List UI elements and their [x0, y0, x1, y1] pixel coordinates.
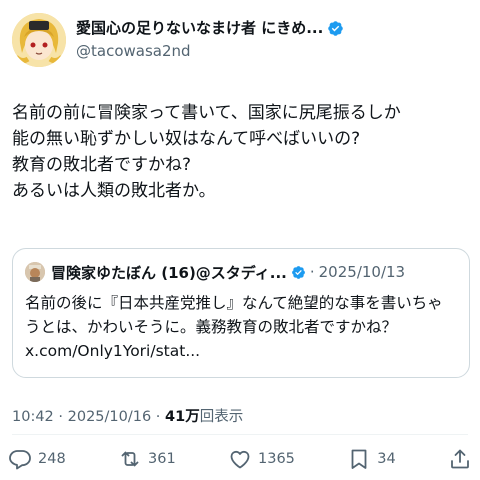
like-count: 1365: [258, 451, 295, 467]
reply-icon: [9, 450, 31, 470]
quoted-avatar-illustration: [25, 262, 45, 282]
bookmark-icon: [351, 449, 367, 469]
like-icon: [230, 450, 250, 469]
views-count: 41万: [165, 409, 200, 425]
tweet-header: 愛国心の足りないなまけ者 にきめ... @tacowasa2nd: [12, 12, 468, 68]
display-name-row: 愛国心の足りないなまけ者 にきめ...: [76, 18, 344, 38]
author-names: 愛国心の足りないなまけ者 にきめ... @tacowasa2nd: [76, 18, 344, 62]
meta-separator: ·: [53, 409, 68, 425]
author-handle[interactable]: @tacowasa2nd: [76, 40, 344, 62]
verified-badge-icon[interactable]: [327, 20, 344, 37]
bookmark-count: 34: [377, 451, 396, 467]
like-button[interactable]: 1365: [228, 447, 295, 471]
tweet-body: 名前の前に冒険家って書いて、国家に尻尾振るしか 能の無い恥ずかしい奴はなんて呼べ…: [12, 103, 401, 201]
quoted-verified-badge-icon: [291, 265, 305, 279]
views-label: 回表示: [199, 409, 244, 425]
quoted-author-name: 冒険家ゆたぼん (16)@スタディ...: [51, 263, 287, 282]
quoted-tweet-header: 冒険家ゆたぼん (16)@スタディ... · 2025/10/13: [25, 261, 457, 283]
reply-count: 248: [38, 451, 66, 467]
quoted-tweet-body: 名前の後に『日本共産党推し』なんて絶望的な事を書いちゃうとは、かわいそうに。義務…: [25, 294, 443, 360]
quoted-tweet[interactable]: 冒険家ゆたぼん (16)@スタディ... · 2025/10/13 名前の後に『…: [12, 248, 470, 378]
bookmark-button[interactable]: 34: [347, 447, 396, 471]
repost-icon: [121, 451, 139, 467]
share-icon: [451, 449, 469, 469]
reply-button[interactable]: 248: [8, 447, 66, 471]
meta-separator-2: ·: [151, 409, 166, 425]
tweet-date[interactable]: 2025/10/16: [68, 409, 152, 425]
tweet-time[interactable]: 10:42: [12, 409, 54, 425]
divider: [12, 434, 468, 435]
share-button[interactable]: [448, 447, 472, 471]
tweet-meta: 10:42 · 2025/10/16 · 41万回表示: [12, 405, 243, 426]
quoted-separator: ·: [309, 263, 315, 281]
repost-count: 361: [148, 451, 176, 467]
action-bar: 248 361 1365 34: [8, 444, 472, 474]
quoted-date: 2025/10/13: [318, 263, 406, 281]
repost-button[interactable]: 361: [118, 447, 176, 471]
avatar-illustration: [12, 13, 66, 67]
author-avatar[interactable]: [12, 13, 66, 67]
quoted-author-avatar: [25, 262, 45, 282]
author-display-name[interactable]: 愛国心の足りないなまけ者 にきめ...: [76, 18, 323, 38]
